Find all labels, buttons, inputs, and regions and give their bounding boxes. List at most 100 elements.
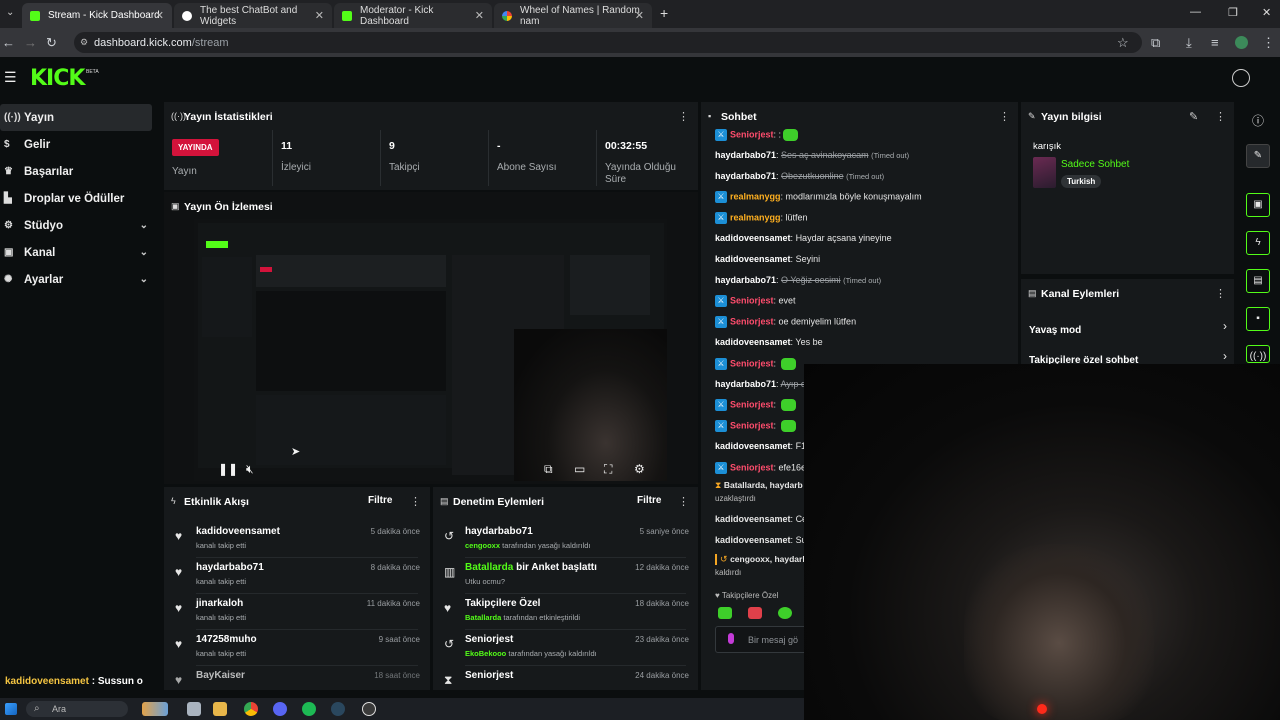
chat-username[interactable]: kadidoveensamet [715, 337, 791, 347]
activity-tool-button[interactable]: ϟ [1246, 231, 1270, 255]
back-icon[interactable]: ← [2, 35, 15, 50]
extensions-icon[interactable]: ⧉ [1151, 35, 1160, 51]
filter-button[interactable]: Filtre [637, 495, 661, 506]
tab-search-icon[interactable]: ⌄ [6, 7, 14, 18]
profile-avatar[interactable] [1235, 36, 1248, 49]
list-item[interactable]: ♥ BayKaiser 18 saat önce [164, 667, 430, 690]
menu-icon[interactable]: ⋮ [1262, 35, 1275, 51]
minimize-icon[interactable]: — [1190, 6, 1201, 18]
settings-gear-icon[interactable]: ⚙ [634, 462, 645, 476]
chat-username[interactable]: Seniorjest [730, 400, 774, 410]
sidebar-item-ayarlar[interactable]: ✺ Ayarlar ⌄ [0, 266, 156, 293]
kebab-menu-icon[interactable]: ⋮ [678, 495, 689, 508]
edit-pencil-icon[interactable]: ✎ [1189, 110, 1198, 123]
close-window-icon[interactable]: ✕ [1262, 6, 1271, 19]
kebab-menu-icon[interactable]: ⋮ [678, 110, 689, 123]
sidebar-item-droplar[interactable]: ▙ Droplar ve Ödüller [0, 185, 156, 212]
obs-icon[interactable] [362, 702, 376, 716]
sidebar-item-yayin[interactable]: ((·)) Yayın [0, 104, 152, 131]
chat-username[interactable]: Seniorjest [730, 129, 774, 139]
reload-icon[interactable]: ↻ [46, 35, 57, 51]
moderation-tool-button[interactable]: ▤ [1246, 269, 1270, 293]
start-icon[interactable] [5, 703, 17, 715]
emote-button[interactable] [778, 607, 792, 619]
close-icon[interactable]: ✕ [475, 9, 484, 22]
new-tab-button[interactable]: + [660, 5, 668, 21]
chat-username[interactable]: realmanygg [730, 192, 781, 202]
close-icon[interactable]: ✕ [635, 9, 644, 22]
chat-username[interactable]: kadidoveensamet [715, 254, 791, 264]
chat-username[interactable]: haydarbabo71 [715, 275, 776, 285]
followers-only-action[interactable]: Takipçilere özel sohbet › [1029, 349, 1227, 366]
hamburger-menu-icon[interactable]: ☰ [4, 69, 17, 86]
edit-tool-button[interactable]: ✎ [1246, 144, 1270, 168]
sidebar-item-kanal[interactable]: ▣ Kanal ⌄ [0, 239, 156, 266]
kebab-menu-icon[interactable]: ⋮ [1215, 110, 1226, 123]
bookmark-star-icon[interactable]: ☆ [1117, 35, 1129, 51]
tab-moderator[interactable]: Moderator - Kick Dashboard ✕ [334, 3, 492, 28]
sidebar-item-studyo[interactable]: ⚙ Stüdyo ⌄ [0, 212, 156, 239]
list-item[interactable]: ▥ Batallarda bir Anket başlattı Utku ocm… [433, 559, 698, 595]
chat-username[interactable]: Seniorjest [730, 317, 774, 327]
discord-icon[interactable] [273, 702, 287, 716]
widgets-icon[interactable] [142, 702, 168, 716]
spotify-icon[interactable] [302, 702, 316, 716]
chevron-down-icon[interactable]: ⌄ [140, 220, 148, 231]
chat-username[interactable]: haydarbabo71 [715, 150, 776, 160]
list-item[interactable]: ♥ kadidoveensamet kanalı takip etti 5 da… [164, 523, 430, 559]
pip-icon[interactable]: ⧉ [544, 462, 553, 477]
chat-username[interactable]: Seniorjest [730, 358, 774, 368]
stream-preview-video[interactable]: ❚❚ 🔇︎ ➤ ⧉ ▭ ⛶ ⚙ [194, 219, 667, 481]
taskview-icon[interactable] [187, 702, 201, 716]
theater-icon[interactable]: ▭ [574, 462, 585, 476]
filter-button[interactable]: Filtre [368, 495, 392, 506]
tab-stream[interactable]: Stream - Kick Dashboard ✕ [22, 3, 172, 28]
chat-username[interactable]: Seniorjest [730, 296, 774, 306]
preview-tool-button[interactable]: ▣ [1246, 193, 1270, 217]
slow-mode-action[interactable]: Yavaş mod › [1029, 319, 1227, 336]
chat-username[interactable]: Seniorjest [730, 462, 774, 472]
restore-icon[interactable]: ❐ [1228, 6, 1238, 19]
info-icon[interactable]: ⓘ [1252, 112, 1264, 129]
site-info-icon[interactable]: ⚙ [80, 37, 88, 48]
tab-wheel[interactable]: Wheel of Names | Random nam ✕ [494, 3, 652, 28]
chrome-icon[interactable] [244, 702, 258, 716]
explorer-icon[interactable] [213, 702, 227, 716]
kick-logo[interactable]: KICK [30, 66, 85, 91]
media-icon[interactable]: ≡ [1211, 35, 1219, 50]
chat-username[interactable]: kadidoveensamet [715, 514, 791, 524]
pause-icon[interactable]: ❚❚ [218, 462, 238, 476]
emote-button[interactable] [718, 607, 732, 619]
chat-tool-button[interactable]: ▪ [1246, 307, 1270, 331]
list-item[interactable]: ↺ haydarbabo71 cengooxx tarafından yasağ… [433, 523, 698, 559]
list-item[interactable]: ♥ jinarkaloh kanalı takip etti 11 dakika… [164, 595, 430, 631]
list-item[interactable]: ♥ haydarbabo71 kanalı takip etti 8 dakik… [164, 559, 430, 595]
close-icon[interactable]: ✕ [315, 9, 324, 22]
steam-icon[interactable] [331, 702, 345, 716]
chevron-down-icon[interactable]: ⌄ [140, 247, 148, 258]
list-item[interactable]: ♥ Takipçilere Özel Batallarda tarafından… [433, 595, 698, 631]
address-bar[interactable]: ⚙ dashboard.kick.com/stream [74, 32, 1142, 53]
list-item[interactable]: ⧗ Seniorjest 24 dakika önce [433, 667, 698, 690]
sidebar-item-gelir[interactable]: $ Gelir [0, 131, 156, 158]
list-item[interactable]: ↺ Seniorjest EkoBekooo tarafından yasağı… [433, 631, 698, 667]
kebab-menu-icon[interactable]: ⋮ [1215, 287, 1226, 300]
kebab-menu-icon[interactable]: ⋮ [999, 110, 1010, 123]
fullscreen-icon[interactable]: ⛶ [604, 462, 612, 477]
chat-username[interactable]: haydarbabo71 [715, 171, 776, 181]
user-avatar-icon[interactable] [1232, 69, 1250, 87]
download-icon[interactable]: ⤓ [1186, 35, 1192, 51]
forward-icon[interactable]: → [24, 35, 37, 50]
kebab-menu-icon[interactable]: ⋮ [410, 495, 421, 508]
mic-icon[interactable] [728, 633, 734, 644]
chat-username[interactable]: kadidoveensamet [715, 441, 791, 451]
close-icon[interactable]: ✕ [155, 9, 164, 22]
chat-username[interactable]: realmanygg [730, 213, 781, 223]
broadcast-tool-button[interactable]: ((·)) [1246, 345, 1270, 363]
sidebar-item-basarilar[interactable]: ♛ Başarılar [0, 158, 156, 185]
chat-username[interactable]: kadidoveensamet [715, 233, 791, 243]
chat-username[interactable]: kadidoveensamet [715, 535, 791, 545]
chat-username[interactable]: haydarbabo71 [715, 379, 776, 389]
taskbar-search[interactable]: ⌕ Ara [26, 701, 128, 717]
list-item[interactable]: ♥ 147258muho kanalı takip etti 9 saat ön… [164, 631, 430, 667]
